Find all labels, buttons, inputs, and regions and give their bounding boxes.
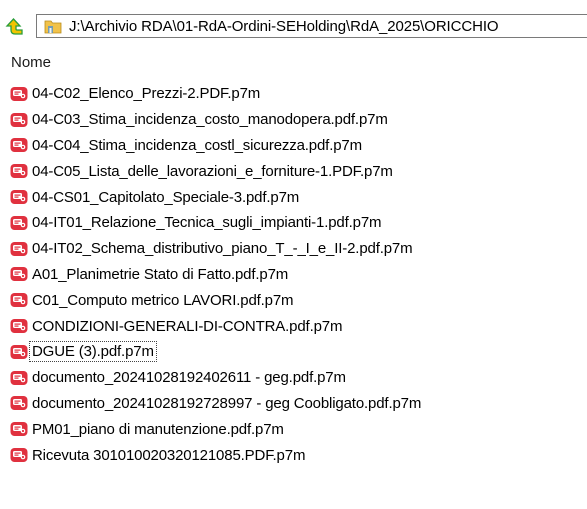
up-arrow-icon <box>5 18 23 35</box>
address-bar[interactable]: J:\Archivio RDA\01-RdA-Ordini-SEHolding\… <box>36 14 587 38</box>
signed-pdf-icon <box>10 241 28 257</box>
file-list-item[interactable]: documento_20241028192402611 - geg.pdf.p7… <box>0 365 587 391</box>
file-list-item[interactable]: 04-IT02_Schema_distributivo_piano_T_-_I_… <box>0 236 587 262</box>
file-name-label: 04-C04_Stima_incidenza_costl_sicurezza.p… <box>32 136 362 154</box>
path-bar: J:\Archivio RDA\01-RdA-Ordini-SEHolding\… <box>0 12 587 42</box>
file-name-label: 04-C05_Lista_delle_lavorazioni_e_fornitu… <box>32 162 393 180</box>
file-list-item[interactable]: 04-C04_Stima_incidenza_costl_sicurezza.p… <box>0 133 587 159</box>
file-name-label: A01_Planimetrie Stato di Fatto.pdf.p7m <box>32 265 289 283</box>
signed-pdf-icon <box>10 370 28 386</box>
file-name-label: PM01_piano di manutenzione.pdf.p7m <box>32 420 284 438</box>
file-name-label: 04-C03_Stima_incidenza_costo_manodopera.… <box>32 111 388 129</box>
up-folder-button[interactable] <box>0 12 30 42</box>
file-list-item[interactable]: DGUE (3).pdf.p7m <box>0 339 587 365</box>
signed-pdf-icon <box>10 189 28 205</box>
file-name-label: DGUE (3).pdf.p7m <box>29 341 157 363</box>
file-name-label: 04-IT02_Schema_distributivo_piano_T_-_I_… <box>32 240 413 258</box>
signed-pdf-icon <box>10 447 28 463</box>
file-name-label: 04-C02_Elenco_Prezzi-2.PDF.p7m <box>32 85 261 103</box>
file-name-label: documento_20241028192402611 - geg.pdf.p7… <box>32 369 346 387</box>
signed-pdf-icon <box>10 421 28 437</box>
file-list-item[interactable]: Ricevuta 301010020320121085.PDF.p7m <box>0 442 587 468</box>
file-name-label: Ricevuta 301010020320121085.PDF.p7m <box>32 446 306 464</box>
file-list-item[interactable]: 04-C05_Lista_delle_lavorazioni_e_fornitu… <box>0 158 587 184</box>
file-name-label: CONDIZIONI-GENERALI-DI-CONTRA.pdf.p7m <box>32 317 343 335</box>
signed-pdf-icon <box>10 86 28 102</box>
file-list: 04-C02_Elenco_Prezzi-2.PDF.p7m 04-C03_Sti… <box>0 81 587 468</box>
signed-pdf-icon <box>10 112 28 128</box>
file-list-item[interactable]: 04-C03_Stima_incidenza_costo_manodopera.… <box>0 107 587 133</box>
signed-pdf-icon <box>10 137 28 153</box>
file-name-label: C01_Computo metrico LAVORI.pdf.p7m <box>32 291 294 309</box>
file-name-label: 04-CS01_Capitolato_Speciale-3.pdf.p7m <box>32 188 300 206</box>
signed-pdf-icon <box>10 318 28 334</box>
signed-pdf-icon <box>10 163 28 179</box>
file-list-item[interactable]: 04-IT01_Relazione_Tecnica_sugli_impianti… <box>0 210 587 236</box>
column-header-label: Nome <box>11 53 52 71</box>
address-path-text: J:\Archivio RDA\01-RdA-Ordini-SEHolding\… <box>69 17 499 35</box>
file-list-item[interactable]: A01_Planimetrie Stato di Fatto.pdf.p7m <box>0 262 587 288</box>
signed-pdf-icon <box>10 292 28 308</box>
file-list-item[interactable]: 04-C02_Elenco_Prezzi-2.PDF.p7m <box>0 81 587 107</box>
file-list-item[interactable]: PM01_piano di manutenzione.pdf.p7m <box>0 416 587 442</box>
file-name-label: 04-IT01_Relazione_Tecnica_sugli_impianti… <box>32 214 382 232</box>
file-name-label: documento_20241028192728997 - geg Coobli… <box>32 394 422 412</box>
file-list-item[interactable]: documento_20241028192728997 - geg Coobli… <box>0 391 587 417</box>
signed-pdf-icon <box>10 344 28 360</box>
file-explorer-window: J:\Archivio RDA\01-RdA-Ordini-SEHolding\… <box>0 0 587 509</box>
column-header-name[interactable]: Nome <box>0 50 587 74</box>
signed-pdf-icon <box>10 266 28 282</box>
file-list-item[interactable]: C01_Computo metrico LAVORI.pdf.p7m <box>0 287 587 313</box>
signed-pdf-icon <box>10 215 28 231</box>
title-row <box>0 0 587 12</box>
folder-icon <box>43 16 63 36</box>
signed-pdf-icon <box>10 395 28 411</box>
file-list-item[interactable]: CONDIZIONI-GENERALI-DI-CONTRA.pdf.p7m <box>0 313 587 339</box>
file-list-item[interactable]: 04-CS01_Capitolato_Speciale-3.pdf.p7m <box>0 184 587 210</box>
